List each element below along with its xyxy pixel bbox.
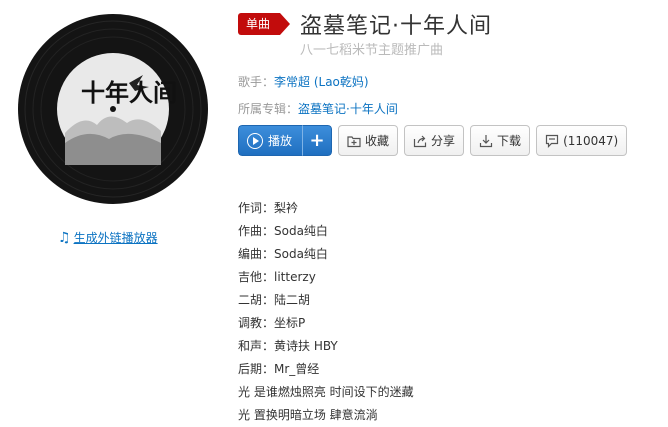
lyric-line: 二胡：陆二胡 bbox=[238, 293, 311, 307]
download-label: 下载 bbox=[497, 134, 522, 148]
cover-art-text: 十年人间 bbox=[81, 78, 177, 107]
singer-label: 歌手： bbox=[238, 75, 275, 89]
title-row: 单曲 盗墓笔记·十年人间 bbox=[238, 8, 492, 40]
download-icon bbox=[479, 134, 493, 147]
comment-count: (110047) bbox=[563, 133, 619, 148]
ext-link-label: 生成外链播放器 bbox=[73, 231, 158, 245]
lyric-line: 光 是谁燃烛照亮 时间设下的迷藏 bbox=[238, 385, 414, 399]
lyric-line: 和声：黄诗扶 HBY bbox=[238, 339, 338, 353]
lyric-line: 光 置换明暗立场 肆意流淌 bbox=[238, 408, 378, 422]
lyric-line: 作曲：Soda纯白 bbox=[238, 224, 328, 238]
lyric-line: 调教：坐标P bbox=[238, 316, 306, 330]
vinyl-record-image: 十年人间 bbox=[18, 14, 208, 204]
play-button[interactable]: 播放 bbox=[238, 125, 303, 156]
share-icon bbox=[413, 135, 427, 147]
play-button-group: 播放 + bbox=[238, 125, 333, 156]
share-label: 分享 bbox=[431, 134, 456, 148]
download-button[interactable]: 下载 bbox=[470, 125, 531, 156]
album-link[interactable]: 盗墓笔记·十年人间 bbox=[298, 102, 398, 116]
collect-button[interactable]: 收藏 bbox=[338, 125, 399, 156]
lyric-line: 作词：梨衿 bbox=[238, 201, 299, 215]
comment-icon bbox=[545, 134, 559, 148]
lyric-line: 吉他：litterzy bbox=[238, 270, 316, 284]
album-cover[interactable]: 十年人间 bbox=[17, 13, 209, 205]
song-subtitle: 八一七稻米节主题推广曲 bbox=[300, 43, 444, 58]
play-icon bbox=[247, 132, 263, 149]
play-label: 播放 bbox=[268, 134, 293, 148]
folder-plus-icon bbox=[347, 135, 361, 147]
lyrics-block: 作词：梨衿 作曲：Soda纯白 编曲：Soda纯白 吉他：litterzy 二胡… bbox=[238, 197, 414, 427]
singer-link[interactable]: 李常超 (Lao乾妈) bbox=[274, 75, 369, 89]
single-badge: 单曲 bbox=[238, 13, 291, 35]
singer-row: 歌手：李常超 (Lao乾妈) bbox=[238, 73, 369, 90]
collect-label: 收藏 bbox=[365, 134, 390, 148]
share-button[interactable]: 分享 bbox=[404, 125, 465, 156]
song-title: 盗墓笔记·十年人间 bbox=[300, 14, 493, 39]
lyric-line: 编曲：Soda纯白 bbox=[238, 247, 328, 261]
lyric-line: 后期：Mr_曾经 bbox=[238, 362, 320, 376]
music-note-icon: ♫ bbox=[58, 229, 71, 246]
action-buttons: 播放 + 收藏 分享 下载 (110047) bbox=[238, 125, 633, 156]
add-to-playlist-button[interactable]: + bbox=[302, 125, 333, 156]
generate-external-player-link[interactable]: ♫ 生成外链播放器 bbox=[58, 229, 158, 246]
album-row: 所属专辑：盗墓笔记·十年人间 bbox=[238, 100, 398, 117]
album-label: 所属专辑： bbox=[238, 102, 299, 116]
comment-button[interactable]: (110047) bbox=[536, 125, 628, 156]
